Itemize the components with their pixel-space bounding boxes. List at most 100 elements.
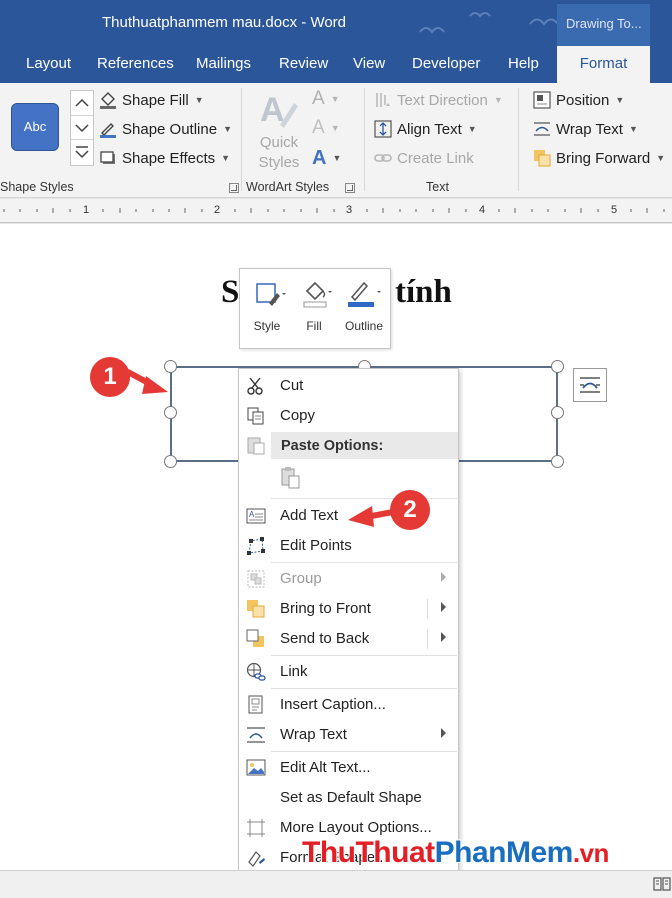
- tab-review[interactable]: Review: [279, 46, 328, 83]
- shape-style-preview[interactable]: Abc: [11, 103, 59, 151]
- tab-mailings[interactable]: Mailings: [196, 46, 251, 83]
- tab-developer[interactable]: Developer: [412, 46, 480, 83]
- layout-options-button[interactable]: [573, 368, 607, 402]
- shape-effects-label: Shape Effects: [122, 149, 216, 167]
- menu-item-wrap-text[interactable]: Wrap Text: [239, 720, 458, 750]
- menu-separator: [271, 562, 457, 563]
- paste-options-icon: [247, 437, 265, 455]
- resize-handle-bottom-left[interactable]: [164, 455, 177, 468]
- submenu-arrow-icon[interactable]: [441, 632, 446, 642]
- resize-handle-top-right[interactable]: [551, 360, 564, 373]
- menu-item-group[interactable]: Group: [239, 564, 458, 594]
- create-link-label: Create Link: [397, 149, 474, 167]
- tab-layout[interactable]: Layout: [26, 46, 71, 83]
- submenu-arrow-icon: [441, 728, 446, 738]
- menu-item-bring-to-front[interactable]: Bring to Front: [239, 594, 458, 624]
- wrap-text-label: Wrap Text: [556, 120, 623, 138]
- ruler-number: 5: [611, 204, 618, 216]
- menu-item-edit-alt-text[interactable]: Edit Alt Text...: [239, 753, 458, 783]
- menu-item-cut[interactable]: Cut: [239, 371, 458, 401]
- gallery-more-button[interactable]: [71, 140, 93, 165]
- gallery-up-button[interactable]: [71, 91, 93, 116]
- document-heading: S: [221, 274, 240, 310]
- ribbon: Abc Shape Fill ▼ Shape Outline ▼ Shape Eff…: [0, 83, 672, 198]
- dropdown-caret-icon: ▼: [656, 153, 666, 163]
- scissors-icon: [247, 377, 263, 395]
- resize-handle-bottom-right[interactable]: [551, 455, 564, 468]
- menu-item-more-layout-options-label: More Layout Options...: [280, 819, 432, 836]
- shape-effects-button[interactable]: Shape Effects ▼: [99, 147, 230, 169]
- menu-item-copy[interactable]: Copy: [239, 401, 458, 431]
- tab-references[interactable]: References: [97, 46, 174, 83]
- text-direction-button[interactable]: Text Direction ▼: [374, 89, 503, 111]
- horizontal-ruler[interactable]: 1 2 3 4 5: [0, 199, 672, 223]
- text-outline-button[interactable]: A ▼: [312, 117, 340, 139]
- status-bar: [0, 870, 672, 898]
- pen-outline-icon: [100, 123, 116, 138]
- gallery-down-button[interactable]: [71, 116, 93, 141]
- submenu-arrow-icon[interactable]: [441, 602, 446, 612]
- text-outline-icon: A: [312, 117, 325, 138]
- create-link-button[interactable]: Create Link: [374, 147, 474, 169]
- mini-outline-button[interactable]: Outline: [338, 269, 390, 349]
- mini-style-label: Style: [253, 319, 281, 333]
- quick-styles-icon: A: [260, 91, 298, 129]
- menu-item-insert-caption[interactable]: Insert Caption...: [239, 690, 458, 720]
- bring-to-front-icon: [247, 600, 265, 618]
- menu-item-edit-points[interactable]: Edit Points: [239, 531, 458, 561]
- menu-separator: [271, 688, 457, 689]
- wrap-text-button[interactable]: Wrap Text ▼: [533, 118, 638, 140]
- shape-styles-launcher[interactable]: [229, 183, 239, 193]
- drawing-tools-context-label: Drawing To...: [557, 4, 650, 46]
- globe-link-icon: [246, 662, 266, 681]
- mini-style-button[interactable]: Style: [244, 269, 290, 349]
- read-mode-icon[interactable]: [653, 876, 671, 892]
- submenu-arrow-icon: [441, 572, 446, 582]
- shape-fill-button[interactable]: Shape Fill ▼: [99, 89, 204, 111]
- mini-fill-button[interactable]: Fill: [292, 269, 336, 349]
- bring-forward-button[interactable]: Bring Forward ▼: [533, 147, 665, 169]
- align-text-button[interactable]: Align Text ▼: [374, 118, 477, 140]
- pen-outline-icon: [348, 281, 381, 307]
- paste-options-header: Paste Options:: [271, 432, 458, 459]
- group-separator: [364, 88, 365, 191]
- dropdown-caret-icon: ▼: [194, 95, 204, 105]
- tab-view[interactable]: View: [353, 46, 385, 83]
- text-fill-button[interactable]: A ▼: [312, 88, 340, 110]
- paste-keep-text-icon[interactable]: [280, 466, 302, 490]
- quick-styles-button[interactable]: Quick Styles: [254, 133, 304, 173]
- watermark-part-3: PhanMem: [434, 836, 574, 869]
- menu-item-cut-label: Cut: [280, 377, 304, 394]
- shape-outline-label: Shape Outline: [122, 120, 218, 138]
- title-bar: Thuthuatphanmem mau.docx - Word Drawing …: [0, 0, 672, 46]
- resize-handle-right[interactable]: [551, 406, 564, 419]
- shape-effects-icon: [100, 151, 115, 164]
- link-icon: [374, 154, 392, 162]
- chevron-up-icon: [75, 98, 89, 107]
- position-button[interactable]: Position ▼: [533, 89, 624, 111]
- ruler-number: 3: [346, 204, 353, 216]
- wrap-layout-icon: [580, 377, 600, 393]
- tab-help[interactable]: Help: [508, 46, 539, 83]
- menu-item-copy-label: Copy: [280, 407, 316, 424]
- tab-format[interactable]: Format: [557, 46, 650, 84]
- position-label: Position: [556, 91, 610, 109]
- dropdown-caret-icon: ▼: [330, 94, 340, 104]
- menu-item-set-default-shape[interactable]: Set as Default Shape: [239, 783, 458, 813]
- callout-badge-2: 2: [390, 490, 430, 530]
- watermark-part-4: .vn: [572, 838, 610, 868]
- bring-forward-icon: [534, 150, 551, 167]
- text-effects-icon: A: [312, 146, 327, 169]
- wordart-styles-launcher[interactable]: [345, 183, 355, 193]
- menu-item-link[interactable]: Link: [239, 657, 458, 687]
- resize-handle-left[interactable]: [164, 406, 177, 419]
- menu-separator: [271, 655, 457, 656]
- text-effects-button[interactable]: A ▼: [312, 147, 341, 169]
- shape-outline-button[interactable]: Shape Outline ▼: [99, 118, 232, 140]
- menu-item-insert-caption-label: Insert Caption...: [280, 696, 386, 713]
- shape-fill-label: Shape Fill: [122, 91, 189, 109]
- menu-item-send-to-back[interactable]: Send to Back: [239, 624, 458, 654]
- svg-text:A: A: [249, 510, 255, 519]
- menu-separator: [271, 751, 457, 752]
- window-title: Thuthuatphanmem mau.docx - Word: [102, 14, 347, 31]
